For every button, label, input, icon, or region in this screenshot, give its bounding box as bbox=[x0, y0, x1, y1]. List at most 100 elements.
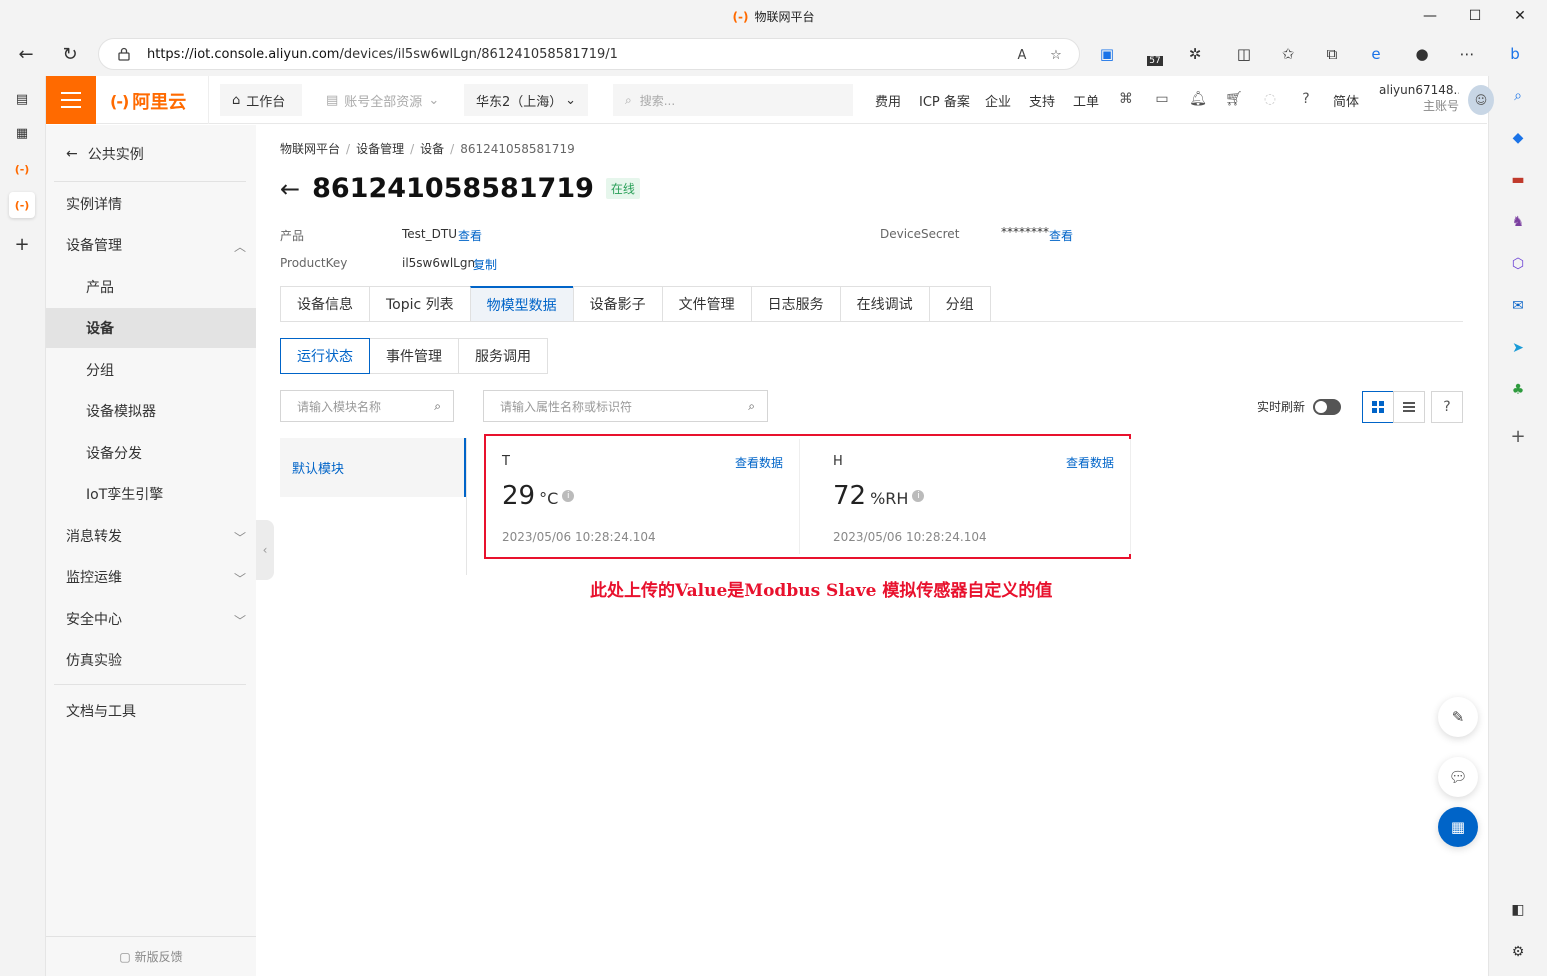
sidebar-item-device-distribution[interactable]: 设备分发 bbox=[46, 433, 256, 473]
shield-extension-icon[interactable]: 57 bbox=[1141, 40, 1169, 68]
account-info[interactable]: aliyun67148... 主账号 bbox=[1379, 82, 1459, 114]
extension-icon[interactable]: ▣ bbox=[1093, 40, 1121, 68]
close-window-button[interactable]: ✕ bbox=[1500, 4, 1540, 28]
tree-icon[interactable]: ♣ bbox=[1506, 378, 1530, 402]
tab-page-icon[interactable]: ▦ bbox=[9, 120, 35, 146]
nav-link-ticket[interactable]: 工单 bbox=[1073, 91, 1099, 110]
chat-float-button[interactable]: 💬︎ bbox=[1438, 757, 1478, 797]
add-sidebar-app-icon[interactable]: + bbox=[1506, 424, 1530, 448]
favorites-icon[interactable]: ✩ bbox=[1274, 40, 1302, 68]
lightbulb-icon[interactable]: ◌ bbox=[1260, 89, 1280, 109]
nav-link-billing[interactable]: 费用 bbox=[875, 91, 901, 110]
help-icon[interactable]: ? bbox=[1296, 89, 1316, 109]
sidebar-item-product[interactable]: 产品 bbox=[46, 267, 256, 307]
subtab-running-status[interactable]: 运行状态 bbox=[280, 338, 370, 374]
language-switch[interactable]: 简体 bbox=[1333, 91, 1359, 110]
help-button[interactable]: ? bbox=[1431, 391, 1463, 423]
subtab-service-call[interactable]: 服务调用 bbox=[458, 338, 548, 374]
refresh-button[interactable]: ↻ bbox=[56, 40, 84, 68]
info-icon[interactable]: i bbox=[562, 490, 575, 502]
send-icon[interactable]: ➤ bbox=[1506, 336, 1530, 360]
sidebar-item-message-forwarding[interactable]: 消息转发 ﹀ bbox=[46, 516, 256, 556]
breadcrumb-device-management[interactable]: 设备管理 bbox=[356, 142, 404, 156]
nav-link-icp[interactable]: ICP 备案 bbox=[919, 91, 970, 110]
search-icon[interactable]: ⌕ bbox=[1506, 84, 1530, 108]
minimize-button[interactable]: — bbox=[1410, 4, 1450, 28]
sidebar-toggle-icon[interactable]: ◧ bbox=[1506, 898, 1530, 922]
tab-topic-list[interactable]: Topic 列表 bbox=[369, 286, 470, 322]
menu-hamburger-icon[interactable] bbox=[46, 76, 96, 124]
workbench-button[interactable]: ⌂ 工作台 bbox=[220, 84, 302, 116]
settings-gear-icon[interactable]: ⚙ bbox=[1506, 940, 1530, 964]
productkey-copy-link[interactable]: 复制 bbox=[473, 256, 497, 273]
code-icon[interactable]: ⌘ bbox=[1116, 89, 1136, 109]
region-select[interactable]: 华东2（上海） ⌄ bbox=[464, 84, 588, 116]
breadcrumb-iot-platform[interactable]: 物联网平台 bbox=[280, 142, 340, 156]
view-data-link[interactable]: 查看数据 bbox=[1066, 454, 1114, 471]
collections-icon[interactable]: ⧉ bbox=[1318, 40, 1346, 68]
tab-online-debug[interactable]: 在线调试 bbox=[839, 286, 929, 322]
product-view-link[interactable]: 查看 bbox=[458, 227, 482, 244]
sidebar-item-simulation-lab[interactable]: 仿真实验 bbox=[46, 640, 256, 680]
cart-icon[interactable]: 🛒︎ bbox=[1224, 89, 1244, 109]
arrow-left-icon[interactable]: ← bbox=[280, 175, 300, 203]
sidebar-item-instance-details[interactable]: 实例详情 bbox=[46, 184, 256, 224]
read-aloud-icon[interactable]: A bbox=[1011, 44, 1033, 66]
sidebar-back-link[interactable]: ← 公共实例 bbox=[66, 144, 144, 164]
edge-icon[interactable]: e bbox=[1362, 40, 1390, 68]
sidebar-item-device[interactable]: 设备 bbox=[46, 308, 256, 348]
view-data-link[interactable]: 查看数据 bbox=[735, 454, 783, 471]
split-screen-icon[interactable]: ◫ bbox=[1230, 40, 1258, 68]
notification-bell-icon[interactable]: 🔔︎ bbox=[1188, 89, 1208, 109]
bing-copilot-icon[interactable]: b bbox=[1501, 40, 1529, 68]
nav-link-enterprise[interactable]: 企业 bbox=[985, 91, 1011, 110]
profile-avatar-icon[interactable]: ● bbox=[1408, 40, 1436, 68]
extensions-puzzle-icon[interactable]: ✲ bbox=[1181, 40, 1209, 68]
feedback-button[interactable]: ▢ 新版反馈 bbox=[46, 936, 256, 976]
tab-device-shadow[interactable]: 设备影子 bbox=[572, 286, 662, 322]
tab-file-management[interactable]: 文件管理 bbox=[661, 286, 751, 322]
tab-device-info[interactable]: 设备信息 bbox=[280, 286, 369, 322]
more-menu-icon[interactable]: ⋯ bbox=[1453, 40, 1481, 68]
avatar[interactable]: ☺ bbox=[1468, 85, 1494, 115]
favorite-star-icon[interactable]: ☆ bbox=[1045, 44, 1067, 66]
sidebar-item-device-management[interactable]: 设备管理 ︿ bbox=[46, 225, 256, 265]
console-search-input[interactable]: ⌕ 搜索... bbox=[613, 84, 853, 116]
sidebar-item-security-center[interactable]: 安全中心 ﹀ bbox=[46, 599, 256, 639]
info-icon[interactable]: i bbox=[912, 490, 925, 502]
sidebar-item-monitoring[interactable]: 监控运维 ﹀ bbox=[46, 557, 256, 597]
tab-actions-icon[interactable]: ▤ bbox=[9, 86, 35, 112]
edit-float-button[interactable]: ✎ bbox=[1438, 697, 1478, 737]
tab-aliyun-icon[interactable]: (-) bbox=[9, 156, 35, 182]
tab-aliyun-active-icon[interactable]: (-) bbox=[9, 192, 35, 218]
tab-log-service[interactable]: 日志服务 bbox=[750, 286, 840, 322]
grid-view-button[interactable] bbox=[1362, 391, 1394, 423]
tools-briefcase-icon[interactable]: ▬ bbox=[1506, 168, 1530, 192]
back-button[interactable]: ← bbox=[12, 40, 40, 68]
tab-group[interactable]: 分组 bbox=[928, 286, 991, 322]
sidebar-item-device-simulator[interactable]: 设备模拟器 bbox=[46, 391, 256, 431]
realtime-refresh-toggle[interactable] bbox=[1313, 398, 1342, 415]
list-view-button[interactable] bbox=[1393, 391, 1425, 423]
nav-link-support[interactable]: 支持 bbox=[1029, 91, 1055, 110]
sidebar-item-group[interactable]: 分组 bbox=[46, 350, 256, 390]
terminal-icon[interactable]: ▭ bbox=[1152, 89, 1172, 109]
property-search-input[interactable]: 请输入属性名称或标识符 ⌕ bbox=[483, 390, 768, 422]
sidebar-item-docs-tools[interactable]: 文档与工具 bbox=[46, 691, 256, 731]
breadcrumb-devices[interactable]: 设备 bbox=[420, 142, 444, 156]
shopping-tag-icon[interactable]: ◆ bbox=[1506, 126, 1530, 150]
module-item-default[interactable]: 默认模块 bbox=[280, 438, 466, 497]
subtab-event-management[interactable]: 事件管理 bbox=[369, 338, 459, 374]
sidebar-collapse-handle[interactable]: ‹ bbox=[256, 520, 274, 580]
apps-float-button[interactable]: ▦ bbox=[1438, 807, 1478, 847]
new-tab-icon[interactable]: + bbox=[9, 231, 35, 257]
games-icon[interactable]: ♞ bbox=[1506, 210, 1530, 234]
address-bar[interactable]: https://iot.console.aliyun.com/devices/i… bbox=[98, 38, 1080, 70]
tab-thing-model-data[interactable]: 物模型数据 bbox=[469, 286, 573, 322]
maximize-button[interactable]: ☐ bbox=[1455, 4, 1495, 28]
sidebar-item-iot-twin-engine[interactable]: IoT孪生引擎 bbox=[46, 474, 256, 514]
aliyun-brand[interactable]: (-) 阿里云 bbox=[110, 88, 186, 114]
outlook-icon[interactable]: ✉ bbox=[1506, 294, 1530, 318]
resource-scope-select[interactable]: ▤ 账号全部资源 ⌄ bbox=[314, 84, 451, 116]
devicesecret-view-link[interactable]: 查看 bbox=[1049, 227, 1073, 244]
